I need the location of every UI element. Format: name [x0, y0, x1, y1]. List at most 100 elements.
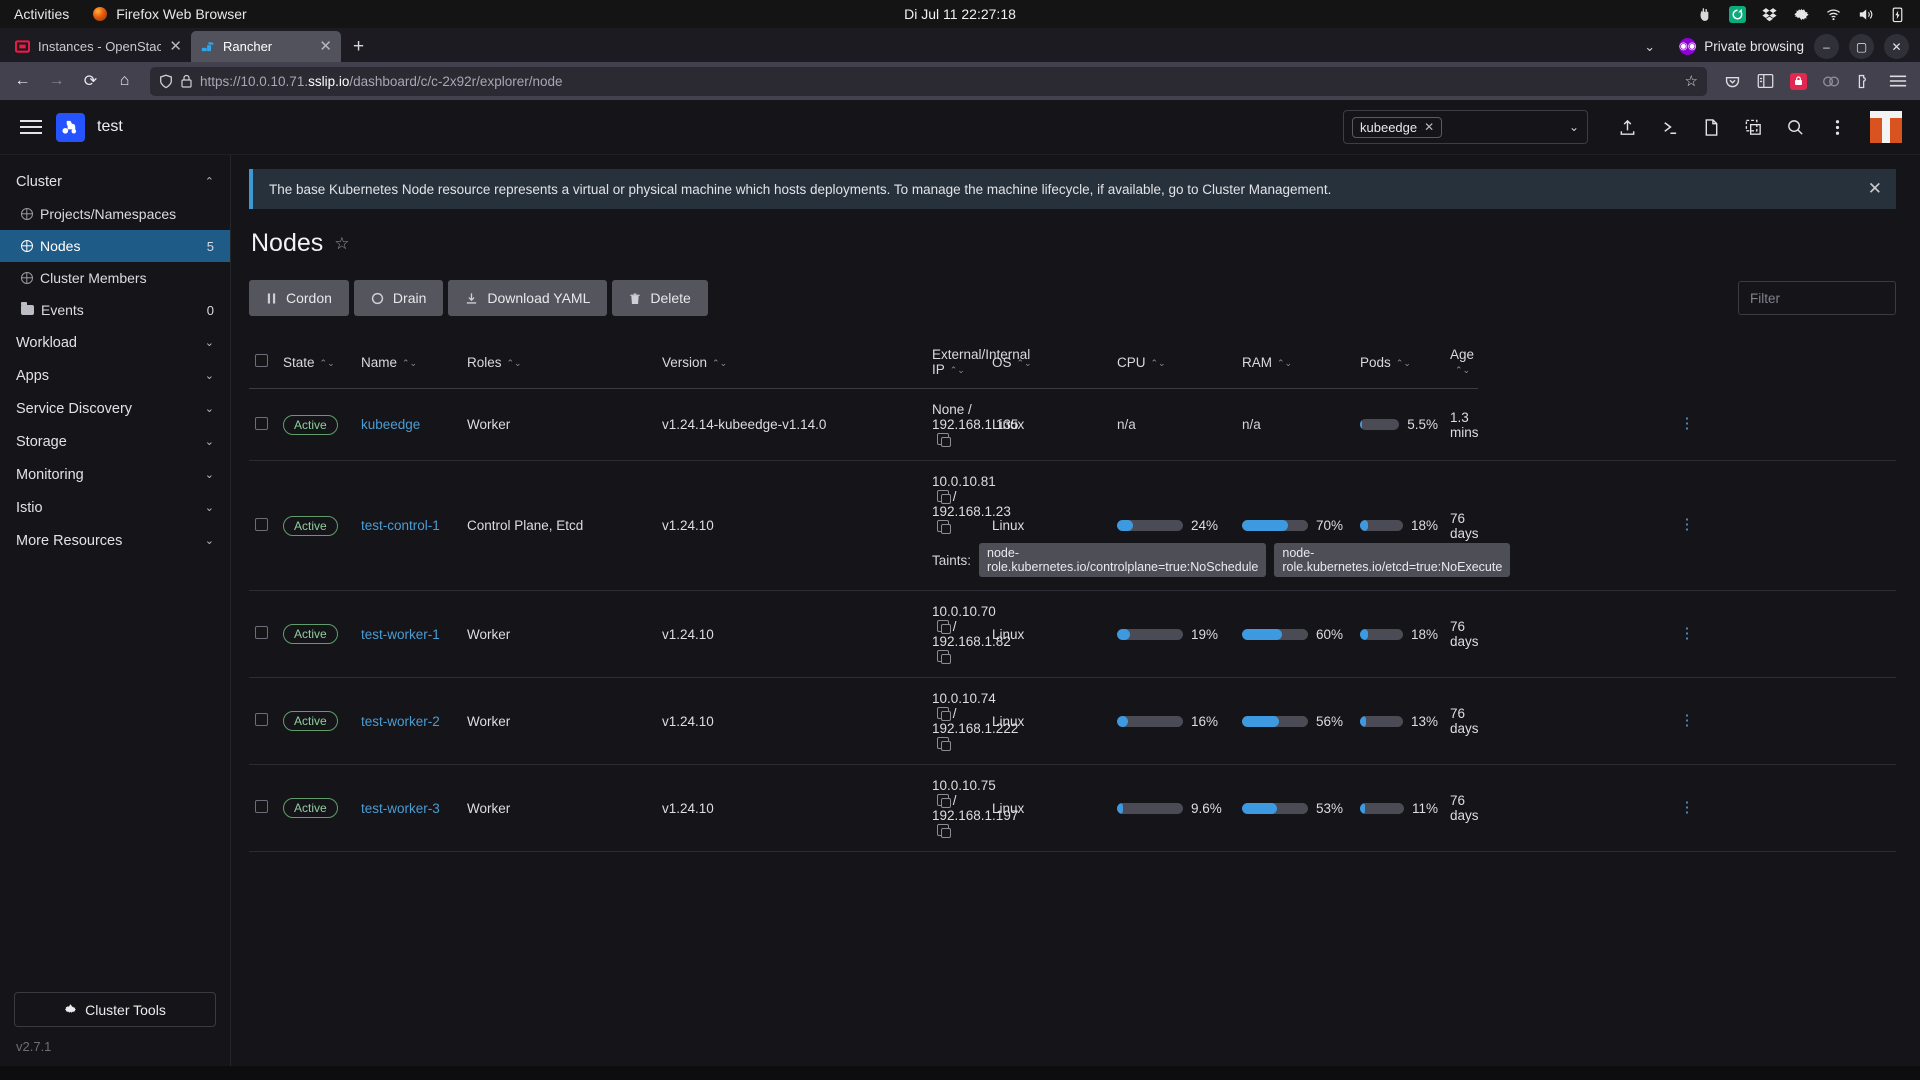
copy-kubeconfig-icon[interactable] [1732, 100, 1774, 155]
cordon-button[interactable]: Cordon [249, 280, 349, 316]
name-cell[interactable]: test-worker-3 [355, 764, 461, 852]
download-yaml-button[interactable]: Download YAML [448, 280, 608, 316]
back-button[interactable]: ← [7, 66, 38, 97]
table-row[interactable]: Active test-control-1 Control Plane, Etcd v… [249, 460, 1896, 591]
cluster-tools-button[interactable]: Cluster Tools [14, 992, 216, 1027]
table-row[interactable]: Active test-worker-1 Worker v1.24.10 10.0.10… [249, 590, 1896, 678]
node-link[interactable]: test-worker-2 [361, 714, 440, 729]
copy-icon[interactable] [937, 620, 951, 634]
close-tab-icon[interactable]: ✕ [319, 39, 332, 54]
filter-input[interactable]: Filter [1738, 281, 1896, 315]
activities-button[interactable]: Activities [0, 6, 83, 22]
shield-icon[interactable] [159, 74, 173, 89]
row-checkbox[interactable] [255, 626, 268, 639]
node-link[interactable]: kubeedge [361, 417, 420, 432]
sort-icon[interactable]: ⌃⌄ [1017, 358, 1032, 368]
table-row[interactable]: Active test-worker-3 Worker v1.24.10 10.0.10… [249, 764, 1896, 852]
new-tab-button[interactable]: + [341, 36, 376, 62]
row-select-cell[interactable] [249, 460, 277, 591]
copy-icon[interactable] [937, 824, 951, 838]
sidebar-item-nodes[interactable]: Nodes 5 [0, 230, 230, 262]
volume-icon[interactable] [1857, 6, 1874, 23]
url-bar[interactable]: https://10.0.10.71.sslip.io/dashboard/c/… [150, 66, 1707, 96]
column-header-state[interactable]: State ⌃⌄ [277, 338, 355, 389]
delete-button[interactable]: Delete [612, 280, 708, 316]
name-cell[interactable]: test-control-1 [355, 460, 461, 591]
name-cell[interactable]: test-worker-1 [355, 590, 461, 678]
name-cell[interactable]: test-worker-2 [355, 677, 461, 765]
extensions-icon[interactable] [1849, 66, 1880, 97]
sidebar-item-projects-namespaces[interactable]: Projects/Namespaces [0, 198, 230, 230]
row-select-cell[interactable] [249, 388, 277, 461]
forward-button[interactable]: → [41, 66, 72, 97]
row-actions-menu[interactable]: ⋮ [1478, 388, 1896, 461]
browser-tab-openstack[interactable]: Instances - OpenStack Da ✕ [6, 31, 191, 62]
sort-icon[interactable]: ⌃⌄ [1277, 358, 1292, 368]
sidebar-group-istio[interactable]: Istio ⌄ [0, 491, 230, 524]
clock[interactable]: Di Jul 11 22:27:18 [0, 6, 1920, 22]
containers-icon[interactable] [1816, 66, 1847, 97]
cluster-name[interactable]: test [97, 118, 123, 136]
sort-icon[interactable]: ⌃⌄ [320, 358, 335, 368]
minimize-window-button[interactable]: – [1814, 34, 1839, 59]
remove-namespace-icon[interactable]: ✕ [1424, 120, 1434, 134]
copy-icon[interactable] [937, 490, 951, 504]
drain-button[interactable]: Drain [353, 280, 444, 316]
avatar[interactable] [1870, 111, 1902, 143]
search-icon[interactable] [1774, 100, 1816, 155]
sidebar-item-events[interactable]: Events 0 [0, 294, 230, 326]
close-window-button[interactable]: ✕ [1884, 34, 1909, 59]
close-tab-icon[interactable]: ✕ [169, 39, 182, 54]
more-icon[interactable] [1816, 100, 1858, 155]
file-icon[interactable] [1690, 100, 1732, 155]
sort-icon[interactable]: ⌃⌄ [712, 358, 727, 368]
column-header-roles[interactable]: Roles ⌃⌄ [461, 338, 656, 389]
lock-warning-icon[interactable] [180, 74, 193, 89]
sort-icon[interactable]: ⌃⌄ [402, 358, 417, 368]
hamburger-menu-icon[interactable] [20, 120, 42, 134]
select-all-header[interactable] [249, 338, 277, 389]
sidebar-group-more-resources[interactable]: More Resources ⌄ [0, 524, 230, 557]
settings-icon[interactable] [1793, 6, 1810, 23]
copy-icon[interactable] [937, 794, 951, 808]
sidebar-group-storage[interactable]: Storage ⌄ [0, 425, 230, 458]
copy-icon[interactable] [937, 433, 951, 447]
row-actions-menu[interactable]: ⋮ [1478, 460, 1896, 591]
column-header-ram[interactable]: RAM ⌃⌄ [1236, 338, 1354, 389]
touchpad-icon[interactable] [1697, 6, 1714, 23]
pocket-icon[interactable] [1717, 66, 1748, 97]
row-select-cell[interactable] [249, 677, 277, 765]
sidebar-group-monitoring[interactable]: Monitoring ⌄ [0, 458, 230, 491]
row-actions-menu[interactable]: ⋮ [1478, 764, 1896, 852]
row-checkbox[interactable] [255, 517, 268, 531]
focused-app-indicator[interactable]: Firefox Web Browser [83, 6, 256, 22]
column-header-ip[interactable]: External/Internal IP ⌃⌄ [926, 338, 1030, 389]
home-button[interactable]: ⌂ [109, 66, 140, 97]
battery-icon[interactable] [1889, 6, 1906, 23]
app-menu-icon[interactable] [1882, 66, 1913, 97]
import-yaml-icon[interactable] [1606, 100, 1648, 155]
row-checkbox[interactable] [255, 416, 268, 430]
sidebar-icon[interactable] [1750, 66, 1781, 97]
bookmark-star-icon[interactable]: ☆ [1685, 72, 1698, 90]
row-actions-menu[interactable]: ⋮ [1478, 590, 1896, 678]
sidebar-group-cluster[interactable]: Cluster ⌃ [0, 165, 230, 198]
sort-icon[interactable]: ⌃⌄ [507, 358, 522, 368]
kubectl-shell-icon[interactable] [1648, 100, 1690, 155]
dropbox-icon[interactable] [1761, 6, 1778, 23]
name-cell[interactable]: kubeedge [355, 388, 461, 461]
chevron-down-icon[interactable]: ⌄ [205, 336, 214, 349]
sidebar-group-apps[interactable]: Apps ⌄ [0, 359, 230, 392]
table-row[interactable]: Active kubeedge Worker v1.24.14-kubeedge-v1… [249, 388, 1896, 461]
chevron-down-icon[interactable]: ⌄ [205, 501, 214, 514]
chevron-down-icon[interactable]: ⌄ [1569, 120, 1579, 134]
row-checkbox[interactable] [255, 800, 268, 813]
chevron-down-icon[interactable]: ⌄ [205, 468, 214, 481]
column-header-age[interactable]: Age⌃⌄ [1444, 338, 1478, 389]
column-header-version[interactable]: Version ⌃⌄ [656, 338, 926, 389]
maximize-window-button[interactable]: ▢ [1849, 34, 1874, 59]
node-link[interactable]: test-worker-1 [361, 627, 440, 642]
chevron-up-icon[interactable]: ⌃ [205, 175, 214, 188]
sidebar-group-service-discovery[interactable]: Service Discovery ⌄ [0, 392, 230, 425]
row-select-cell[interactable] [249, 590, 277, 678]
